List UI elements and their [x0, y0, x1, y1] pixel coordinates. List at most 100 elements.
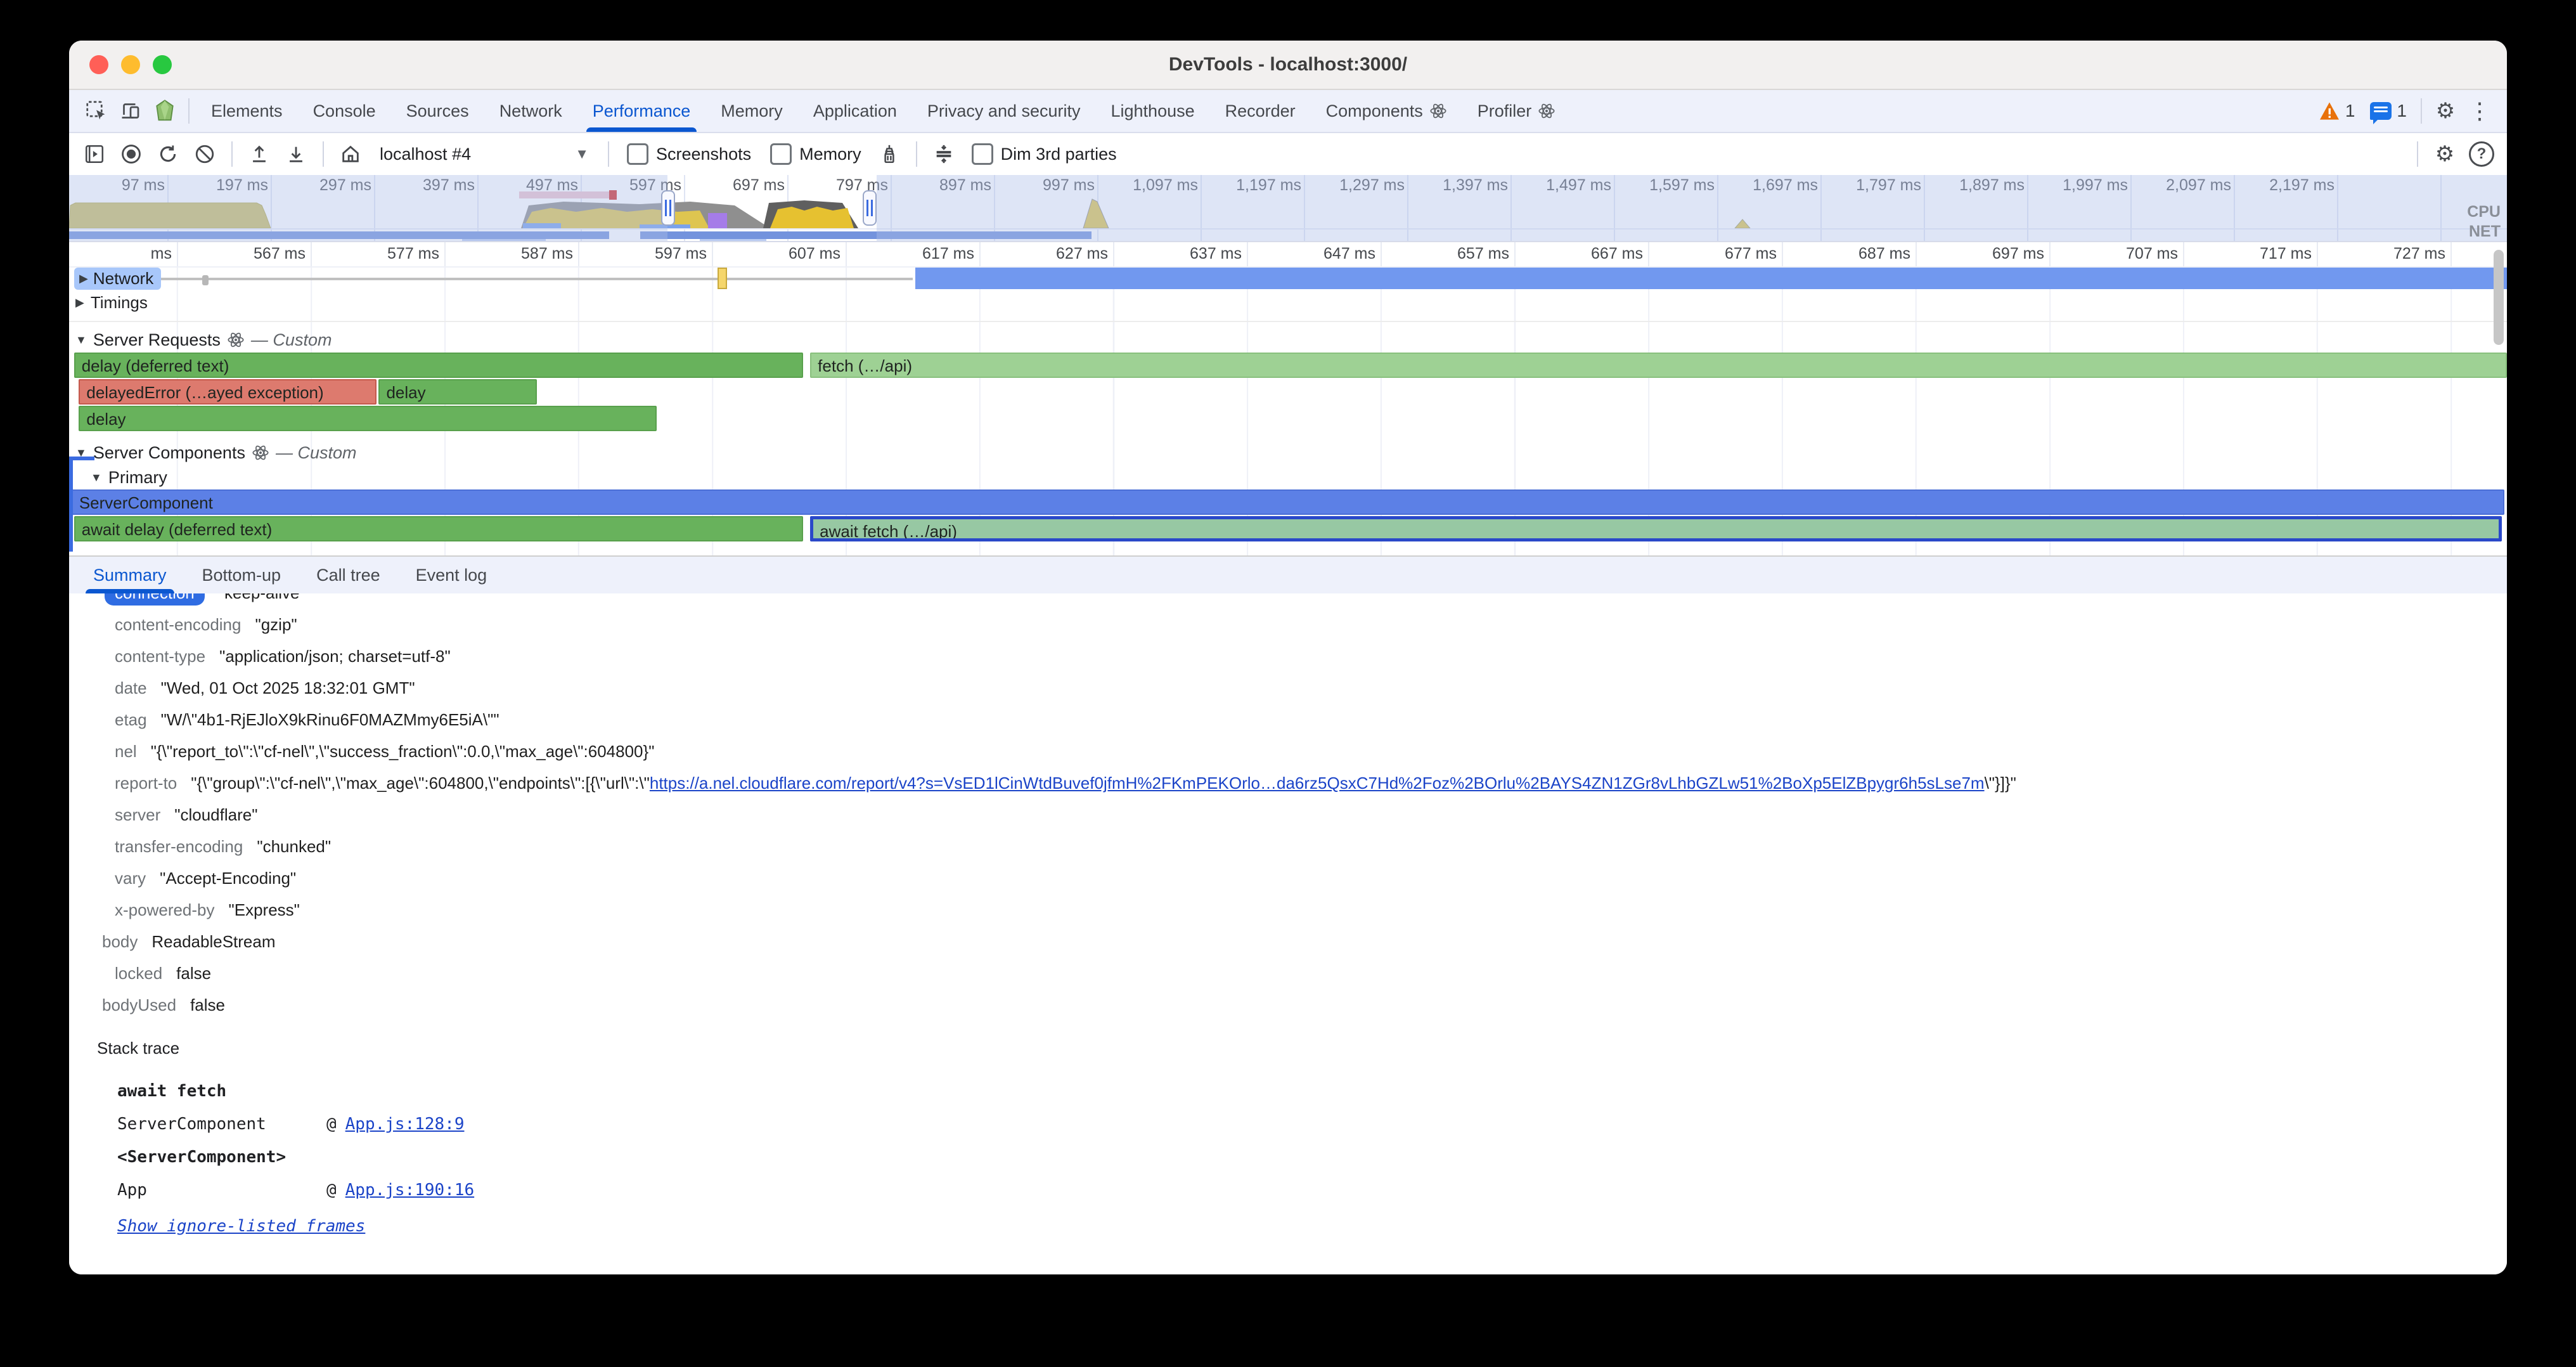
detail-value: "cloudflare" — [174, 805, 257, 825]
timings-track[interactable]: ▶ Timings — [69, 290, 2507, 314]
network-request-bar[interactable] — [915, 268, 2507, 289]
selection-handle-left[interactable] — [661, 190, 675, 226]
report-url-link[interactable]: https://a.nel.cloudflare.com/report/v4?s… — [650, 774, 1985, 793]
flame-bar-delay-deferred-text-[interactable]: delay (deferred text) — [74, 353, 803, 378]
screenshots-label: Screenshots — [656, 145, 751, 164]
overview-tick: 697 ms — [685, 175, 789, 195]
detail-value: "{\"report_to\":\"cf-nel\",\"success_fra… — [151, 742, 655, 761]
tab-performance[interactable]: Performance — [577, 90, 706, 132]
ruler-tick: 607 ms — [713, 242, 847, 266]
ruler-tick: 577 ms — [312, 242, 446, 266]
extension-gem-icon[interactable] — [148, 94, 182, 128]
detail-key: content-encoding — [115, 615, 241, 635]
detail-key: locked — [115, 964, 162, 983]
vertical-scrollbar[interactable] — [2494, 250, 2504, 345]
tab-privacy-and-security[interactable]: Privacy and security — [912, 90, 1096, 132]
flame-bar-fetch-api-[interactable]: fetch (…/api) — [810, 353, 2507, 378]
flame-chart[interactable]: ms567 ms577 ms587 ms597 ms607 ms617 ms62… — [69, 242, 2507, 555]
stack-frame: App@App.js:190:16 — [97, 1174, 2507, 1207]
main-ruler: ms567 ms577 ms587 ms597 ms607 ms617 ms62… — [69, 242, 2507, 268]
ruler-tick: 707 ms — [2051, 242, 2184, 266]
ruler-tick: ms — [69, 242, 178, 266]
tab-call-tree[interactable]: Call tree — [299, 557, 398, 593]
screen: DevTools - localhost:3000/ — [0, 0, 2576, 1367]
tab-network[interactable]: Network — [484, 90, 577, 132]
network-marker[interactable] — [718, 268, 727, 289]
tab-sources[interactable]: Sources — [391, 90, 484, 132]
capture-settings-gear-icon[interactable]: ⚙ — [2428, 138, 2461, 171]
ruler-tick: 697 ms — [1917, 242, 2051, 266]
detail-value: "application/json; charset=utf-8" — [219, 647, 451, 666]
ruler-tick: 587 ms — [446, 242, 579, 266]
server-requests-header[interactable]: ▼ Server Requests — Custom — [69, 327, 2507, 353]
flame-bar-await-fetch-api-[interactable]: await fetch (…/api) — [810, 516, 2502, 541]
dim-3rd-parties-checkbox[interactable]: Dim 3rd parties — [964, 143, 1124, 165]
network-track-label[interactable]: ▶ Network — [74, 268, 161, 290]
flame-bar-delay[interactable]: delay — [79, 406, 657, 431]
detail-key: report-to — [115, 774, 177, 793]
devtools-window: DevTools - localhost:3000/ — [69, 41, 2507, 1274]
primary-subtrack-header[interactable]: ▼ Primary — [69, 465, 2507, 489]
server-components-header[interactable]: ▼ Server Components — Custom — [69, 440, 2507, 465]
home-icon[interactable] — [334, 138, 367, 171]
warning-count: 1 — [2345, 101, 2355, 121]
settings-gear-icon[interactable]: ⚙ — [2428, 94, 2463, 128]
divider — [323, 141, 324, 167]
flame-bar-await-delay-deferred-text-[interactable]: await delay (deferred text) — [74, 516, 803, 541]
divider — [916, 141, 917, 167]
detail-value: ReadableStream — [151, 932, 275, 952]
detail-row-report-to: report-to"{\"group\":\"cf-nel\",\"max_ag… — [97, 767, 2507, 799]
tab-lighthouse[interactable]: Lighthouse — [1096, 90, 1210, 132]
tab-memory[interactable]: Memory — [705, 90, 798, 132]
tab-bottom-up[interactable]: Bottom-up — [184, 557, 299, 593]
inspect-element-icon[interactable] — [79, 94, 113, 128]
track-resize-handle[interactable] — [202, 275, 209, 285]
tab-components[interactable]: Components — [1311, 90, 1462, 132]
record-and-reload-icon[interactable] — [151, 138, 184, 171]
message-badge[interactable]: 1 — [2370, 101, 2407, 121]
help-icon[interactable]: ? — [2465, 138, 2498, 171]
memory-checkbox[interactable]: Memory — [763, 143, 869, 165]
detail-row-content-encoding: content-encoding"gzip" — [97, 609, 2507, 640]
tab-profiler[interactable]: Profiler — [1462, 90, 1571, 132]
timeline-overview[interactable]: 97 ms197 ms297 ms397 ms497 ms597 ms697 m… — [69, 175, 2507, 242]
detail-key: body — [102, 932, 138, 952]
source-link-app-js-190-16[interactable]: App.js:190:16 — [345, 1181, 475, 1200]
detail-key[interactable]: connection — [105, 593, 205, 606]
show-ignore-listed-frames-link[interactable]: Show ignore-listed frames — [117, 1217, 365, 1236]
live-metrics-icon[interactable] — [78, 138, 111, 171]
ruler-tick: 647 ms — [1248, 242, 1382, 266]
tab-elements[interactable]: Elements — [196, 90, 298, 132]
collect-garbage-icon[interactable] — [873, 138, 906, 171]
panel-tabs: ElementsConsoleSourcesNetworkPerformance… — [196, 90, 1571, 132]
selection-handle-right[interactable] — [863, 190, 877, 226]
more-options-icon[interactable]: ⋮ — [2463, 94, 2497, 128]
stack-frame: await fetch — [97, 1075, 2507, 1108]
react-atom-icon — [1429, 102, 1447, 120]
flame-bar-delay[interactable]: delay — [378, 379, 537, 405]
tab-application[interactable]: Application — [798, 90, 912, 132]
device-toolbar-icon[interactable] — [113, 94, 148, 128]
detail-value: "W/\"4b1-RjEJloX9kRinu6F0MAZMmy6E5iA\"" — [161, 710, 499, 730]
save-profile-icon[interactable] — [280, 138, 312, 171]
flame-bar-delayederror-ayed-exception-[interactable]: delayedError (…ayed exception) — [79, 379, 376, 405]
source-link-app-js-128-9[interactable]: App.js:128:9 — [345, 1115, 465, 1134]
history-select[interactable]: localhost #4 ▼ — [371, 145, 598, 164]
ruler-tick: 637 ms — [1114, 242, 1248, 266]
warning-badge[interactable]: 1 — [2319, 101, 2355, 121]
warning-icon — [2319, 101, 2340, 120]
load-profile-icon[interactable] — [243, 138, 276, 171]
clear-icon[interactable] — [188, 138, 221, 171]
tab-event-log[interactable]: Event log — [398, 557, 505, 593]
checkbox-box — [770, 143, 792, 165]
flame-bar-servercomponent[interactable]: ServerComponent — [72, 489, 2504, 515]
screenshots-checkbox[interactable]: Screenshots — [619, 143, 759, 165]
detail-key: vary — [115, 869, 146, 888]
divider — [188, 98, 190, 124]
tab-summary[interactable]: Summary — [75, 557, 184, 593]
tab-console[interactable]: Console — [298, 90, 391, 132]
network-track[interactable]: ▶ Network — [69, 266, 2507, 290]
tab-recorder[interactable]: Recorder — [1210, 90, 1311, 132]
collapse-tracks-icon[interactable] — [927, 138, 960, 171]
record-icon[interactable] — [115, 138, 148, 171]
